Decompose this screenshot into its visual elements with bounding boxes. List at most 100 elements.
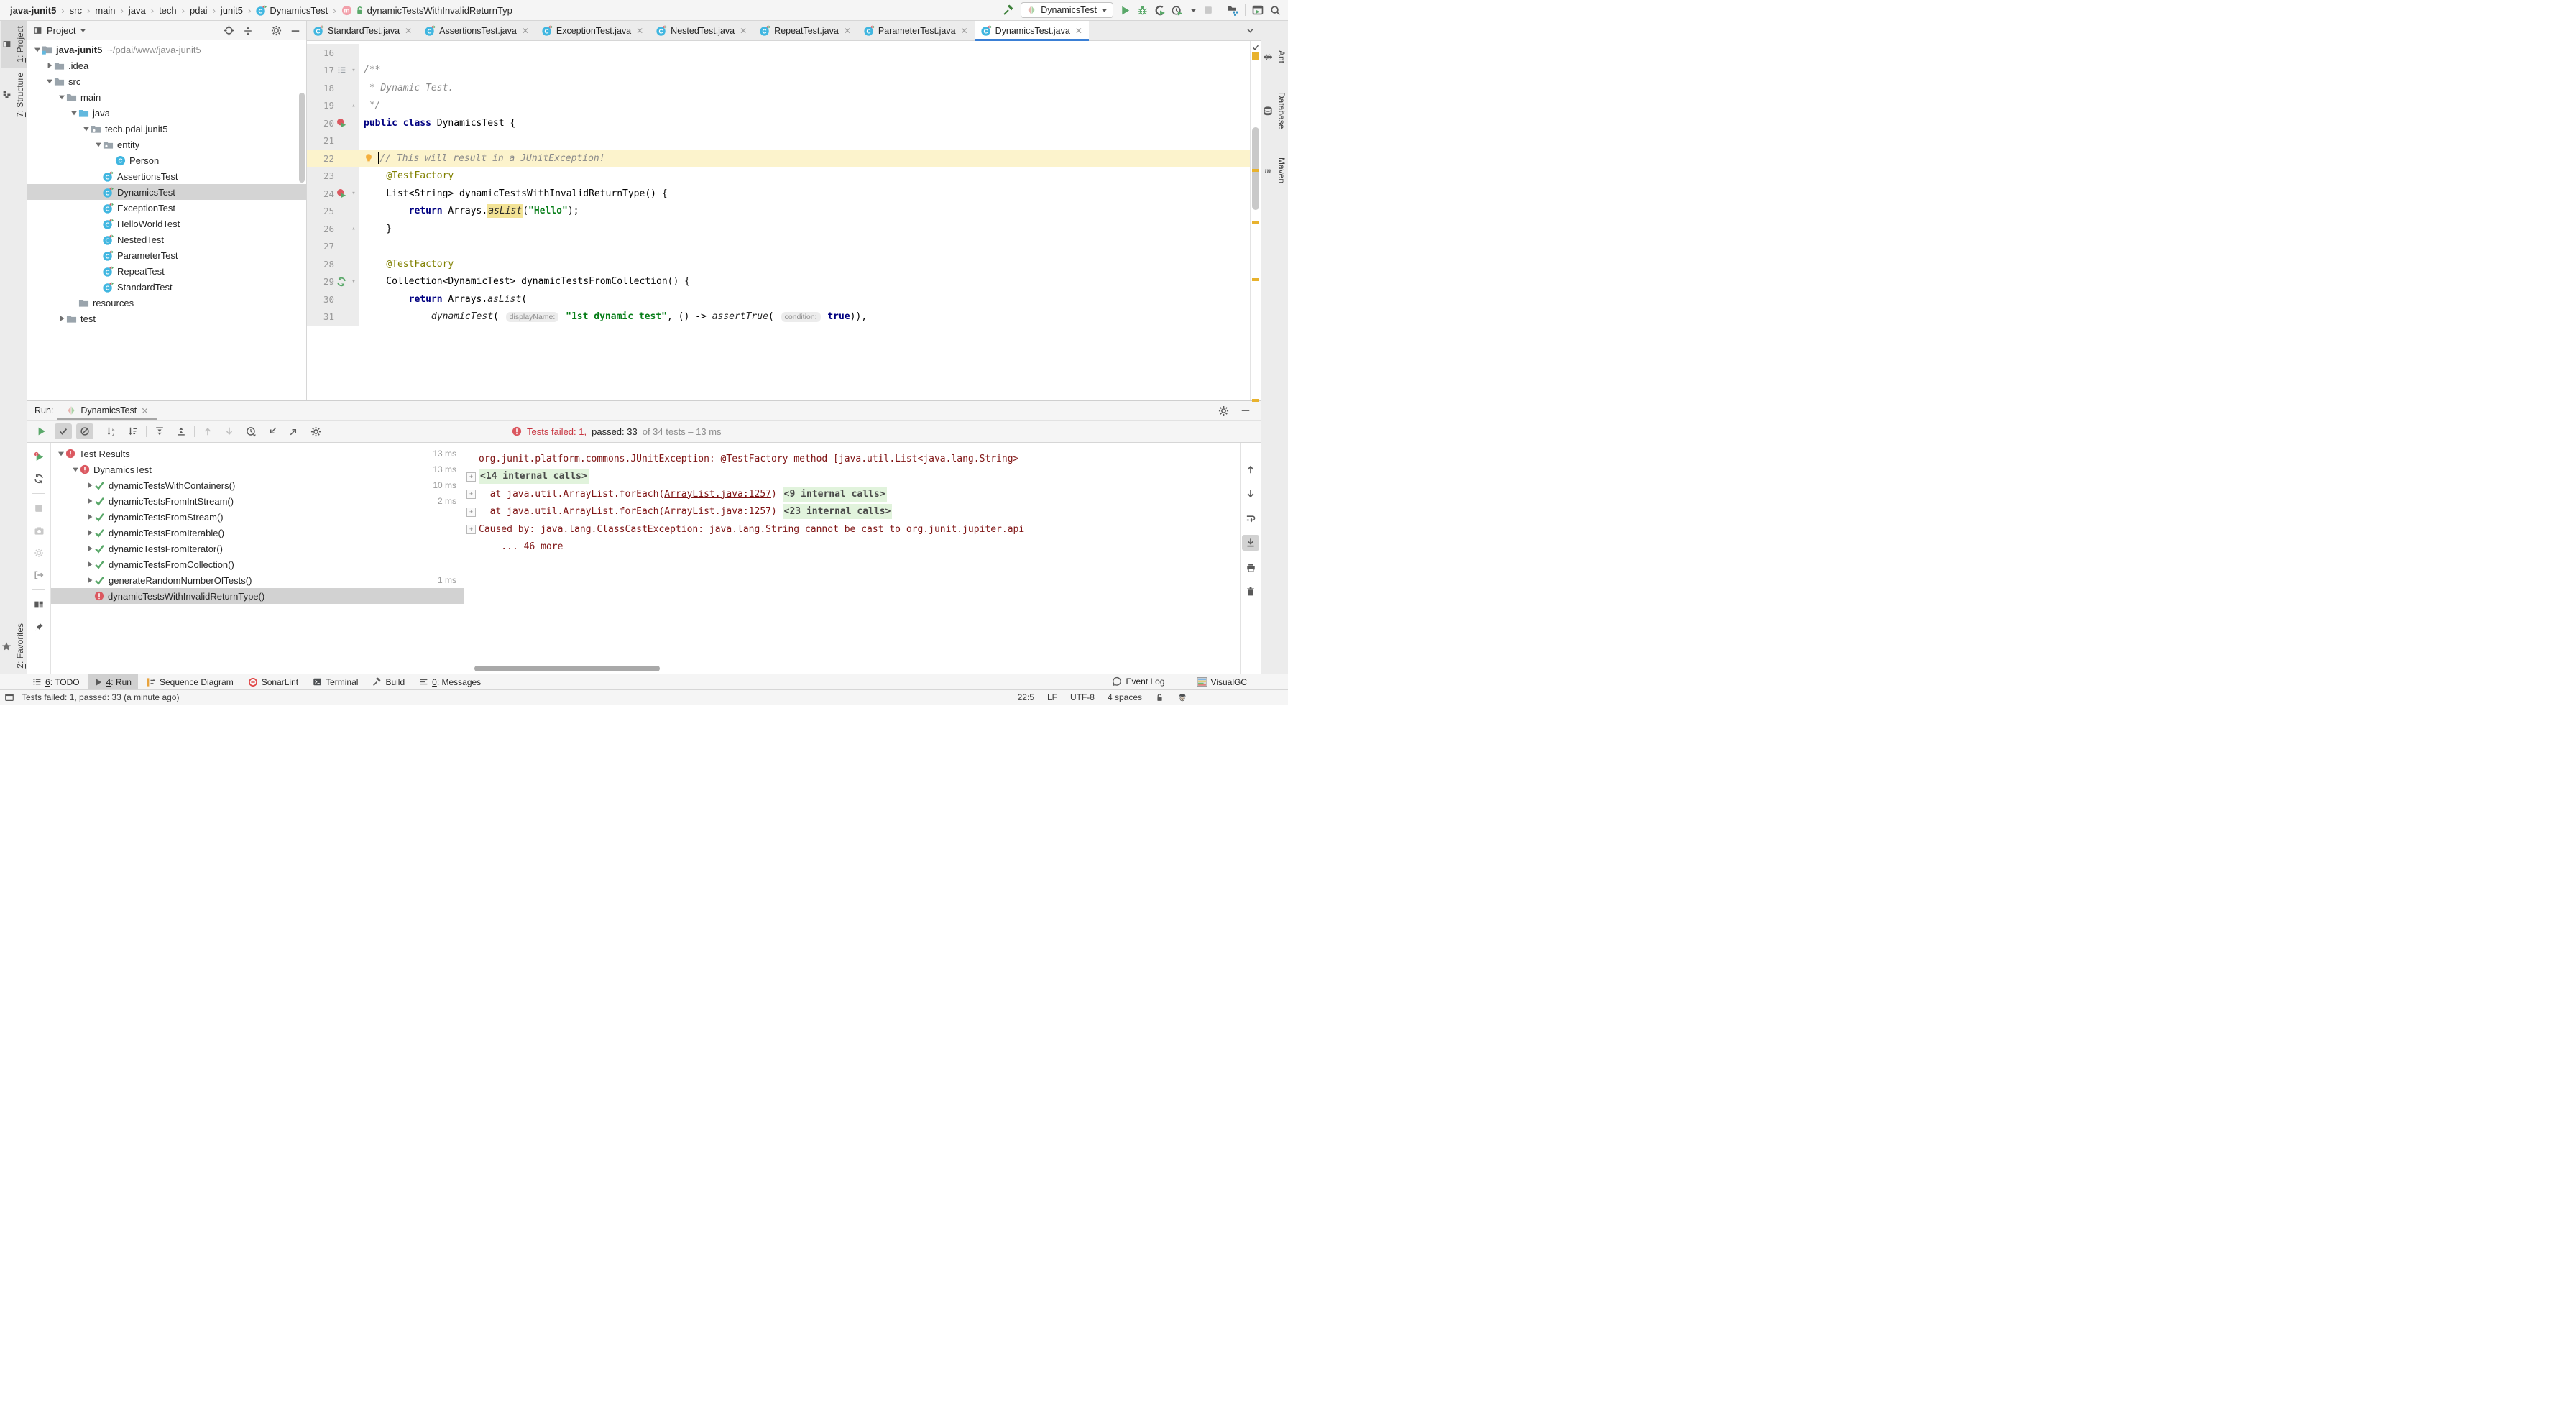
intention-bulb-icon[interactable]: [364, 153, 374, 163]
editor-tab-parametertest-java[interactable]: CParameterTest.java✕: [857, 21, 975, 40]
tree-item-resources[interactable]: resources: [27, 295, 306, 311]
profiler-button[interactable]: [1172, 5, 1184, 16]
run-test-passed-icon[interactable]: [336, 277, 346, 287]
marker-tick[interactable]: [1252, 169, 1259, 172]
show-ignored-toggle[interactable]: [76, 423, 93, 439]
tool-stripe-structure[interactable]: 7: Structure: [1, 68, 27, 122]
code-line-29[interactable]: 29▾ Collection<DynamicTest> dynamicTests…: [307, 273, 1250, 291]
tool-stripe-favorites[interactable]: 2: Favorites: [0, 618, 27, 674]
code-line-26[interactable]: 26▴ }: [307, 220, 1250, 238]
editor-tab-standardtest-java[interactable]: CStandardTest.java✕: [307, 21, 418, 40]
test-node-test results[interactable]: Test Results13 ms: [51, 446, 464, 462]
lock-open-icon[interactable]: [1155, 693, 1164, 702]
stop-button[interactable]: [30, 500, 47, 516]
chevron-collapsed-icon[interactable]: [46, 62, 53, 69]
hector-inspector-icon[interactable]: [1177, 692, 1187, 702]
tree-item-exceptiontest[interactable]: CExceptionTest: [27, 200, 306, 216]
chevron-collapsed-icon[interactable]: [86, 577, 93, 584]
tree-item-parametertest[interactable]: CParameterTest: [27, 247, 306, 263]
profiler-caret-icon[interactable]: [1190, 7, 1197, 14]
code-line-28[interactable]: 28 @TestFactory: [307, 255, 1250, 273]
chevron-expanded-icon[interactable]: [34, 46, 41, 53]
tree-item-tech.pdai.junit5[interactable]: tech.pdai.junit5: [27, 121, 306, 137]
test-settings-button[interactable]: [307, 423, 324, 439]
sort-alphabetically-button[interactable]: az: [103, 423, 120, 439]
editor-tab-assertionstest-java[interactable]: CAssertionsTest.java✕: [418, 21, 535, 40]
collapse-all-button[interactable]: [243, 26, 253, 36]
code-line-17[interactable]: 17▾/**: [307, 62, 1250, 80]
breadcrumb-item[interactable]: java: [129, 5, 146, 16]
debug-button[interactable]: [1137, 5, 1148, 16]
test-node-dynamictestsfromstream[interactable]: dynamicTestsFromStream(): [51, 509, 464, 525]
test-node-dynamictestsfromiterable[interactable]: dynamicTestsFromIterable(): [51, 525, 464, 541]
test-node-dynamictestswithcontainers[interactable]: dynamicTestsWithContainers()10 ms: [51, 477, 464, 493]
fold-expand-icon[interactable]: +: [466, 490, 476, 499]
tree-item-helloworldtest[interactable]: CHelloWorldTest: [27, 216, 306, 231]
toolwindow-tab-messages[interactable]: 0: Messages: [413, 674, 487, 689]
chevron-expanded-icon[interactable]: [95, 141, 102, 148]
fold-marker[interactable]: ▴: [349, 225, 359, 232]
chevron-expanded-icon[interactable]: [72, 466, 79, 473]
toolwindow-tab-event-log[interactable]: Event Log: [1105, 676, 1171, 687]
tree-item-assertionstest[interactable]: CAssertionsTest: [27, 168, 306, 184]
chevron-expanded-icon[interactable]: [58, 450, 65, 457]
prev-occurrence-button[interactable]: [1242, 462, 1259, 477]
hide-panel-button[interactable]: [290, 26, 300, 36]
toolwindow-tab-todo[interactable]: 6: TODO: [26, 674, 86, 689]
test-node-generaterandomnumberoftests[interactable]: generateRandomNumberOfTests()1 ms: [51, 572, 464, 588]
toggle-auto-test-button[interactable]: [30, 471, 47, 487]
test-node-dynamicstest[interactable]: DynamicsTest13 ms: [51, 462, 464, 477]
inspections-status-icon[interactable]: [1252, 42, 1259, 53]
scroll-to-end-button[interactable]: [1242, 535, 1259, 551]
close-icon[interactable]: ✕: [740, 26, 747, 36]
editor-tab-nestedtest-java[interactable]: CNestedTest.java✕: [650, 21, 753, 40]
chevron-collapsed-icon[interactable]: [86, 529, 93, 536]
toolwindow-tab-sequence-diagram[interactable]: Sequence Diagram: [139, 674, 240, 689]
warning-marker[interactable]: [1252, 52, 1259, 60]
test-node-dynamictestsfromiterator[interactable]: dynamicTestsFromIterator(): [51, 541, 464, 556]
fold-marker[interactable]: ▴: [349, 102, 359, 109]
line-ending[interactable]: LF: [1047, 692, 1057, 702]
fold-marker[interactable]: ▾: [349, 67, 359, 74]
stack-trace-link[interactable]: ArrayList.java:1257: [664, 506, 771, 517]
rerun-button[interactable]: [33, 423, 50, 439]
run-button[interactable]: [1120, 5, 1131, 16]
run-anything-button[interactable]: [1252, 4, 1264, 16]
snapshot-camera-button[interactable]: [30, 523, 47, 538]
export-tests-button[interactable]: [285, 423, 303, 439]
next-failed-test-button[interactable]: [221, 423, 238, 439]
fold-marker[interactable]: ▾: [349, 190, 359, 197]
tree-item-standardtest[interactable]: CStandardTest: [27, 279, 306, 295]
tool-stripe-ant[interactable]: Ant: [1261, 45, 1288, 68]
fold-expand-icon[interactable]: +: [466, 525, 476, 534]
tool-stripe-maven[interactable]: mMaven: [1261, 152, 1288, 188]
breadcrumb-item[interactable]: java-junit5: [10, 5, 56, 16]
run-tab-dynamicstest[interactable]: DynamicsTest ✕: [58, 401, 157, 420]
tree-item-.idea[interactable]: .idea: [27, 58, 306, 73]
project-view-title[interactable]: Project: [47, 25, 75, 36]
code-line-23[interactable]: 23 @TestFactory: [307, 167, 1250, 185]
tree-item-src[interactable]: src: [27, 73, 306, 89]
locate-button[interactable]: [224, 25, 234, 36]
chevron-collapsed-icon[interactable]: [58, 315, 65, 322]
code-line-31[interactable]: 31 dynamicTest( displayName: "1st dynami…: [307, 308, 1250, 326]
code-line-21[interactable]: 21: [307, 132, 1250, 150]
tree-item-main[interactable]: main: [27, 89, 306, 105]
console-hscrollbar-thumb[interactable]: [474, 666, 660, 671]
expand-all-button[interactable]: [151, 423, 168, 439]
close-icon[interactable]: ✕: [636, 26, 643, 36]
tree-item-person[interactable]: CPerson: [27, 152, 306, 168]
close-icon[interactable]: ✕: [961, 26, 968, 36]
code-line-30[interactable]: 30 return Arrays.asList(: [307, 290, 1250, 308]
close-icon[interactable]: ✕: [844, 26, 851, 36]
pin-tab-button[interactable]: [30, 619, 47, 635]
tree-item-entity[interactable]: entity: [27, 137, 306, 152]
editor-tab-repeattest-java[interactable]: CRepeatTest.java✕: [753, 21, 857, 40]
hide-panel-button[interactable]: [1241, 405, 1251, 416]
toolwindow-tab-terminal[interactable]: Terminal: [306, 674, 364, 689]
toolwindow-tab-run[interactable]: 4: Run: [88, 674, 138, 689]
marker-tick[interactable]: [1252, 221, 1259, 224]
chevron-collapsed-icon[interactable]: [86, 561, 93, 568]
run-test-failed-icon[interactable]: [336, 118, 346, 128]
code-line-18[interactable]: 18 * Dynamic Test.: [307, 79, 1250, 97]
